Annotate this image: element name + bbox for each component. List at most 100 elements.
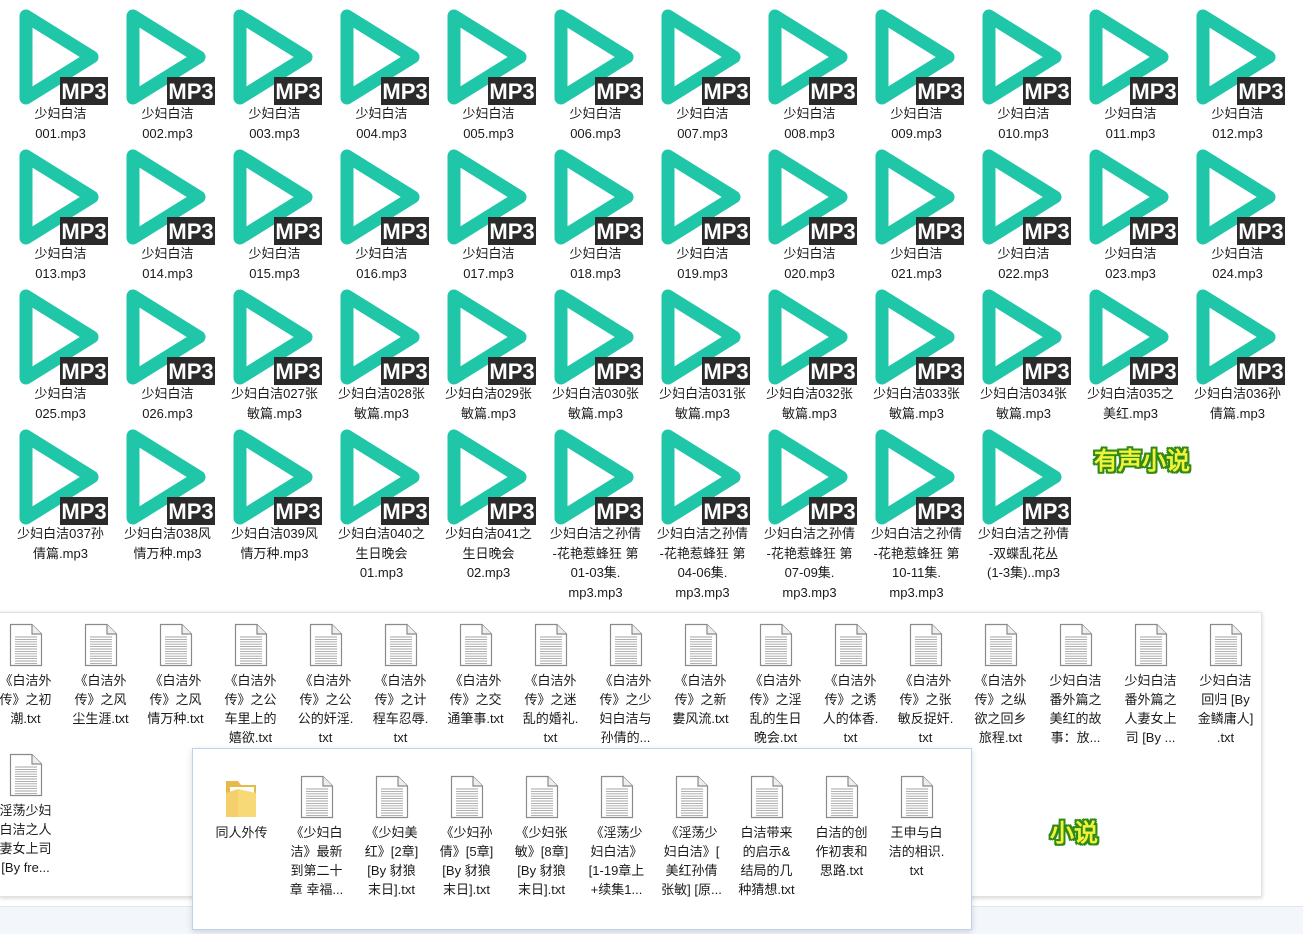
mp3-play-icon: MP3	[233, 289, 322, 385]
mp3-file-item[interactable]: MP3 少妇白洁028张 敏篇.mp3	[328, 280, 435, 423]
mp3-play-icon: MP3	[1196, 149, 1285, 245]
mp3-play-icon: MP3	[982, 9, 1071, 105]
mp3-file-item[interactable]: MP3 少妇白洁 014.mp3	[114, 140, 221, 283]
txt-file-item[interactable]: 王申与白 洁的相识. txt	[879, 775, 954, 880]
file-name: 少妇白洁031张 敏篇.mp3	[659, 386, 746, 421]
mp3-file-item[interactable]: MP3 少妇白洁041之 生日晚会 02.mp3	[435, 420, 542, 583]
txt-file-item[interactable]: 《白洁外 传》之淫 乱的生日 晚会.txt	[738, 623, 813, 747]
mp3-file-item[interactable]: MP3 少妇白洁038风 情万种.mp3	[114, 420, 221, 563]
mp3-file-item[interactable]: MP3 少妇白洁037孙 倩篇.mp3	[7, 420, 114, 563]
mp3-file-item[interactable]: MP3 少妇白洁 004.mp3	[328, 0, 435, 143]
txt-file-item[interactable]: 《白洁外 传》之公 车里上的 嬉欲.txt	[213, 623, 288, 747]
mp3-file-item[interactable]: MP3 少妇白洁 003.mp3	[221, 0, 328, 143]
mp3-file-grid: MP3 少妇白洁 001.mp3 MP3 少妇白洁 002.mp3 MP3 少妇白洁 00…	[0, 0, 1303, 610]
mp3-file-item[interactable]: MP3 少妇白洁 006.mp3	[542, 0, 649, 143]
txt-file-item[interactable]: 《白洁外 传》之公 公的奸淫. txt	[288, 623, 363, 747]
mp3-file-item[interactable]: MP3 少妇白洁 019.mp3	[649, 140, 756, 283]
mp3-file-item[interactable]: MP3 少妇白洁 001.mp3	[7, 0, 114, 143]
txt-file-item[interactable]: 《白洁外 传》之初 潮.txt	[0, 623, 63, 728]
file-name: 少妇白洁 004.mp3	[355, 106, 408, 141]
mp3-play-icon: MP3	[19, 429, 108, 525]
txt-file-item[interactable]: 少妇白洁 回归 [By 金鳞庸人] .txt	[1188, 623, 1263, 747]
svg-text:MP3: MP3	[917, 499, 962, 524]
file-name: 少妇白洁 005.mp3	[462, 106, 515, 141]
mp3-file-item[interactable]: MP3 少妇白洁 002.mp3	[114, 0, 221, 143]
mp3-file-item[interactable]: MP3 少妇白洁之孙倩 -花艳惹蜂狂 第 04-06集. mp3.mp3	[649, 420, 756, 602]
file-name: 少妇白洁之孙倩 -花艳惹蜂狂 第 10-11集. mp3.mp3	[870, 526, 962, 600]
file-name: 少妇白洁027张 敏篇.mp3	[231, 386, 318, 421]
txt-file-item[interactable]: 白洁带来 的启示& 结局的几 种猜想.txt	[729, 775, 804, 899]
mp3-file-item[interactable]: MP3 少妇白洁之孙倩 -双蝶乱花丛 (1-3集)..mp3	[970, 420, 1077, 583]
mp3-file-item[interactable]: MP3 少妇白洁029张 敏篇.mp3	[435, 280, 542, 423]
svg-text:MP3: MP3	[810, 499, 855, 524]
txt-file-item[interactable]: 《白洁外 传》之计 程车忍辱. txt	[363, 623, 438, 747]
mp3-file-item[interactable]: MP3 少妇白洁 012.mp3	[1184, 0, 1291, 143]
txt-file-item[interactable]: 《白洁外 传》之风 尘生涯.txt	[63, 623, 138, 728]
txt-file-item[interactable]: 《白洁外 传》之新 婁风流.txt	[663, 623, 738, 728]
txt-file-item[interactable]: 《少妇张 敏》[8章] [By 豺狼 末日].txt	[504, 775, 579, 899]
mp3-file-item[interactable]: MP3 少妇白洁027张 敏篇.mp3	[221, 280, 328, 423]
mp3-file-item[interactable]: MP3 少妇白洁 009.mp3	[863, 0, 970, 143]
text-document-icon	[525, 775, 558, 819]
mp3-file-item[interactable]: MP3 少妇白洁 005.mp3	[435, 0, 542, 143]
file-name: 少妇白洁 022.mp3	[997, 246, 1050, 281]
text-document-icon	[909, 623, 942, 667]
mp3-file-item[interactable]: MP3 少妇白洁 017.mp3	[435, 140, 542, 283]
mp3-file-item[interactable]: MP3 少妇白洁之孙倩 -花艳惹蜂狂 第 07-09集. mp3.mp3	[756, 420, 863, 602]
txt-file-item[interactable]: 少妇白洁 番外篇之 美红的故 事：放...	[1038, 623, 1113, 747]
mp3-file-item[interactable]: MP3 少妇白洁之孙倩 -花艳惹蜂狂 第 10-11集. mp3.mp3	[863, 420, 970, 602]
mp3-file-item[interactable]: MP3 少妇白洁 023.mp3	[1077, 140, 1184, 283]
txt-file-item[interactable]: 《少妇孙 倩》[5章] [By 豺狼 末日].txt	[429, 775, 504, 899]
mp3-file-item[interactable]: MP3 少妇白洁 010.mp3	[970, 0, 1077, 143]
mp3-file-item[interactable]: MP3 少妇白洁之孙倩 -花艳惹蜂狂 第 01-03集. mp3.mp3	[542, 420, 649, 602]
text-document-icon	[9, 623, 42, 667]
txt-file-item[interactable]: 《白洁外 传》之少 妇白洁与 孙倩的...	[588, 623, 663, 747]
file-name: 《少妇白 洁》最新 到第二十 章 幸福...	[289, 825, 344, 897]
txt-file-item[interactable]: 《淫荡少 妇白洁》 [1-19章上 +续集1...	[579, 775, 654, 899]
txt-file-item[interactable]: 《淫荡少 妇白洁》[ 美红孙倩 张敏] [原...	[654, 775, 729, 899]
mp3-file-item[interactable]: MP3 少妇白洁034张 敏篇.mp3	[970, 280, 1077, 423]
folder-item[interactable]: 同人外传	[204, 775, 279, 842]
mp3-play-icon: MP3	[982, 149, 1071, 245]
mp3-file-item[interactable]: MP3 少妇白洁030张 敏篇.mp3	[542, 280, 649, 423]
file-name: 少妇白洁032张 敏篇.mp3	[766, 386, 853, 421]
file-name: 少妇白洁 008.mp3	[783, 106, 836, 141]
txt-file-item[interactable]: 白洁的创 作初衷和 思路.txt	[804, 775, 879, 880]
mp3-file-item[interactable]: MP3 少妇白洁 016.mp3	[328, 140, 435, 283]
mp3-file-item[interactable]: MP3 少妇白洁 026.mp3	[114, 280, 221, 423]
mp3-file-item[interactable]: MP3 少妇白洁036孙 倩篇.mp3	[1184, 280, 1291, 423]
mp3-file-item[interactable]: MP3 少妇白洁 011.mp3	[1077, 0, 1184, 143]
txt-file-item[interactable]: 淫荡少妇 白洁之人 妻女上司 [By fre...	[0, 753, 63, 877]
file-name: 《白洁外 传》之新 婁风流.txt	[672, 673, 729, 726]
mp3-file-item[interactable]: MP3 少妇白洁 024.mp3	[1184, 140, 1291, 283]
txt-file-item[interactable]: 《白洁外 传》之纵 欲之回乡 旅程.txt	[963, 623, 1038, 747]
svg-text:MP3: MP3	[1238, 79, 1283, 104]
mp3-file-item[interactable]: MP3 少妇白洁 007.mp3	[649, 0, 756, 143]
mp3-file-item[interactable]: MP3 少妇白洁 025.mp3	[7, 280, 114, 423]
mp3-file-item[interactable]: MP3 少妇白洁 022.mp3	[970, 140, 1077, 283]
mp3-play-icon: MP3	[982, 429, 1071, 525]
txt-file-item[interactable]: 《白洁外 传》之交 通筆事.txt	[438, 623, 513, 728]
txt-file-item[interactable]: 少妇白洁 番外篇之 人妻女上 司 [By ...	[1113, 623, 1188, 747]
mp3-file-item[interactable]: MP3 少妇白洁 013.mp3	[7, 140, 114, 283]
mp3-file-item[interactable]: MP3 少妇白洁040之 生日晚会 01.mp3	[328, 420, 435, 583]
mp3-play-icon: MP3	[661, 9, 750, 105]
txt-file-item[interactable]: 《白洁外 传》之风 情万种.txt	[138, 623, 213, 728]
mp3-file-item[interactable]: MP3 少妇白洁033张 敏篇.mp3	[863, 280, 970, 423]
txt-file-item[interactable]: 《白洁外 传》之迷 乱的婚礼. txt	[513, 623, 588, 747]
file-name: 《白洁外 传》之公 公的奸淫. txt	[297, 673, 354, 745]
txt-file-item[interactable]: 《白洁外 传》之诱 人的体香. txt	[813, 623, 888, 747]
mp3-file-item[interactable]: MP3 少妇白洁031张 敏篇.mp3	[649, 280, 756, 423]
txt-file-item[interactable]: 《白洁外 传》之张 敏反捉奸. txt	[888, 623, 963, 747]
mp3-file-item[interactable]: MP3 少妇白洁 015.mp3	[221, 140, 328, 283]
mp3-file-item[interactable]: MP3 少妇白洁 021.mp3	[863, 140, 970, 283]
mp3-file-item[interactable]: MP3 少妇白洁039风 情万种.mp3	[221, 420, 328, 563]
mp3-file-item[interactable]: MP3 少妇白洁032张 敏篇.mp3	[756, 280, 863, 423]
mp3-file-item[interactable]: MP3 少妇白洁 008.mp3	[756, 0, 863, 143]
txt-file-item[interactable]: 《少妇白 洁》最新 到第二十 章 幸福...	[279, 775, 354, 899]
mp3-file-item[interactable]: MP3 少妇白洁035之 美红.mp3	[1077, 280, 1184, 423]
txt-file-item[interactable]: 《少妇美 红》[2章] [By 豺狼 末日].txt	[354, 775, 429, 899]
svg-text:MP3: MP3	[489, 219, 534, 244]
mp3-file-item[interactable]: MP3 少妇白洁 018.mp3	[542, 140, 649, 283]
mp3-file-item[interactable]: MP3 少妇白洁 020.mp3	[756, 140, 863, 283]
